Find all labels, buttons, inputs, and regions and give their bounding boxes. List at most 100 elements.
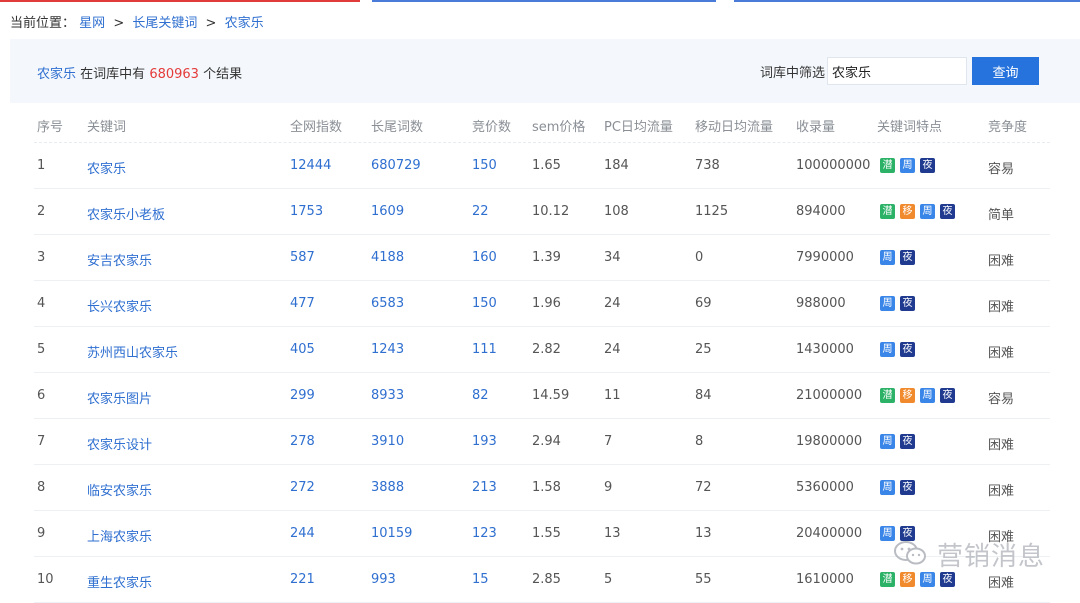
tag-weekly[interactable]: 周: [880, 342, 895, 357]
tag-weekly[interactable]: 周: [920, 572, 935, 587]
breadcrumb-link-home[interactable]: 星网: [79, 16, 105, 31]
cell-bids-link[interactable]: 213: [472, 480, 497, 495]
filter-input[interactable]: [827, 57, 967, 85]
cell-longtail-link[interactable]: 1609: [371, 204, 404, 219]
tag-weekly[interactable]: 周: [880, 526, 895, 541]
cell-index-link[interactable]: 405: [290, 342, 315, 357]
cell-index-link[interactable]: 299: [290, 388, 315, 403]
cell-sem: 2.85: [532, 572, 561, 587]
tag-night[interactable]: 夜: [900, 342, 915, 357]
tab-strip: [372, 0, 716, 2]
cell-index-link[interactable]: 477: [290, 296, 315, 311]
breadcrumb-prefix: 当前位置：: [10, 16, 76, 31]
cell-index-link[interactable]: 244: [290, 526, 315, 541]
cell-keyword-link[interactable]: 农家乐图片: [87, 388, 152, 407]
table-row: 2 农家乐小老板 1753 1609 22 10.12 108 1125 894000 简单 潜移周…: [10, 189, 1080, 235]
watermark-text: 营销消息: [937, 542, 1046, 572]
cell-mobile: 69: [695, 296, 712, 311]
cell-longtail-link[interactable]: 3888: [371, 480, 404, 495]
tag-mobile[interactable]: 移: [900, 388, 915, 403]
cell-no: 5: [37, 342, 46, 357]
cell-longtail-link[interactable]: 8933: [371, 388, 404, 403]
tag-potential[interactable]: 潜: [880, 204, 895, 219]
cell-sem: 1.65: [532, 158, 561, 173]
cell-bids-link[interactable]: 82: [472, 388, 489, 403]
cell-competition: 容易: [988, 162, 1015, 177]
cell-longtail-link[interactable]: 993: [371, 572, 396, 587]
cell-keyword-link[interactable]: 农家乐: [87, 158, 126, 177]
cell-longtail-link[interactable]: 1243: [371, 342, 404, 357]
keyword-feature-tags: 潜移周夜: [880, 204, 960, 219]
cell-keyword-link[interactable]: 苏州西山农家乐: [87, 342, 178, 361]
cell-bids-link[interactable]: 111: [472, 342, 497, 357]
cell-index-link[interactable]: 221: [290, 572, 315, 587]
cell-bids-link[interactable]: 15: [472, 572, 489, 587]
cell-longtail-link[interactable]: 3910: [371, 434, 404, 449]
tag-mobile[interactable]: 移: [900, 572, 915, 587]
cell-index-link[interactable]: 272: [290, 480, 315, 495]
cell-competition: 困难: [988, 254, 1015, 269]
cell-keyword-link[interactable]: 重生农家乐: [87, 572, 152, 591]
query-button[interactable]: 查询: [972, 57, 1039, 85]
cell-longtail-link[interactable]: 680729: [371, 158, 421, 173]
tag-night[interactable]: 夜: [900, 480, 915, 495]
tag-weekly[interactable]: 周: [900, 158, 915, 173]
tag-mobile[interactable]: 移: [900, 204, 915, 219]
cell-bids-link[interactable]: 193: [472, 434, 497, 449]
breadcrumb-link-longtail[interactable]: 长尾关键词: [132, 16, 197, 31]
tag-night[interactable]: 夜: [940, 572, 955, 587]
header-sem: sem价格: [532, 120, 586, 135]
tag-potential[interactable]: 潜: [880, 158, 895, 173]
tag-night[interactable]: 夜: [900, 526, 915, 541]
tag-night[interactable]: 夜: [900, 434, 915, 449]
table-row: 5 苏州西山农家乐 405 1243 111 2.82 24 25 1430000 困难 周夜: [10, 327, 1080, 373]
keyword-feature-tags: 潜周夜: [880, 158, 940, 173]
tag-night[interactable]: 夜: [940, 204, 955, 219]
result-summary: 农家乐 在词库中有 680963 个结果: [37, 63, 242, 82]
cell-pc: 34: [604, 250, 621, 265]
tag-potential[interactable]: 潜: [880, 572, 895, 587]
tag-weekly[interactable]: 周: [920, 388, 935, 403]
cell-no: 2: [37, 204, 46, 219]
tag-night[interactable]: 夜: [900, 250, 915, 265]
cell-indexed: 1430000: [796, 342, 854, 357]
tag-weekly[interactable]: 周: [880, 296, 895, 311]
tab-strip: [734, 0, 1080, 2]
cell-keyword-link[interactable]: 安吉农家乐: [87, 250, 152, 269]
cell-longtail-link[interactable]: 6583: [371, 296, 404, 311]
cell-longtail-link[interactable]: 10159: [371, 526, 412, 541]
cell-mobile: 8: [695, 434, 704, 449]
header-longtail: 长尾词数: [371, 120, 424, 135]
breadcrumb-separator: >: [113, 16, 125, 31]
cell-bids-link[interactable]: 22: [472, 204, 489, 219]
cell-keyword-link[interactable]: 长兴农家乐: [87, 296, 152, 315]
cell-index-link[interactable]: 1753: [290, 204, 323, 219]
cell-index-link[interactable]: 278: [290, 434, 315, 449]
tag-weekly[interactable]: 周: [880, 480, 895, 495]
tag-night[interactable]: 夜: [940, 388, 955, 403]
cell-index-link[interactable]: 587: [290, 250, 315, 265]
tag-weekly[interactable]: 周: [920, 204, 935, 219]
cell-keyword-link[interactable]: 农家乐小老板: [87, 204, 165, 223]
tag-weekly[interactable]: 周: [880, 434, 895, 449]
results-panel: 农家乐 在词库中有 680963 个结果 词库中筛选 查询 序号 关键词 全网指…: [10, 39, 1080, 603]
cell-keyword-link[interactable]: 上海农家乐: [87, 526, 152, 545]
summary-middle-text: 在词库中有: [80, 67, 146, 82]
tag-night[interactable]: 夜: [900, 296, 915, 311]
cell-keyword-link[interactable]: 农家乐设计: [87, 434, 152, 453]
header-indexed: 收录量: [796, 120, 836, 135]
cell-no: 9: [37, 526, 46, 541]
cell-index-link[interactable]: 12444: [290, 158, 331, 173]
cell-sem: 10.12: [532, 204, 570, 219]
filter-label: 词库中筛选: [760, 66, 826, 81]
tag-night[interactable]: 夜: [920, 158, 935, 173]
cell-keyword-link[interactable]: 临安农家乐: [87, 480, 152, 499]
cell-longtail-link[interactable]: 4188: [371, 250, 404, 265]
cell-bids-link[interactable]: 150: [472, 296, 497, 311]
tag-weekly[interactable]: 周: [880, 250, 895, 265]
cell-bids-link[interactable]: 150: [472, 158, 497, 173]
tag-potential[interactable]: 潜: [880, 388, 895, 403]
breadcrumb-link-current[interactable]: 农家乐: [225, 16, 264, 31]
cell-bids-link[interactable]: 123: [472, 526, 497, 541]
cell-bids-link[interactable]: 160: [472, 250, 497, 265]
